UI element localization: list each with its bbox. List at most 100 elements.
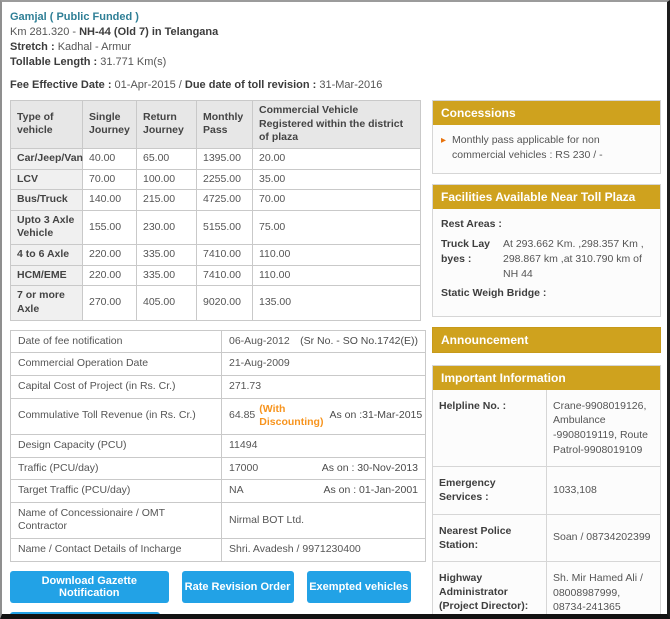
bullet-arrow-icon: ▸ [441, 135, 447, 146]
stretch-value: Kadhal - Armur [57, 41, 132, 53]
table-row: Nearest Police Station: Soan / 087342023… [433, 513, 660, 561]
monthly-pass-cell: 4725.00 [196, 189, 253, 211]
commercial-cell: 135.00 [252, 285, 421, 321]
detail-note: As on : 01-Jan-2001 [323, 484, 418, 497]
return-journey-cell: 405.00 [136, 285, 197, 321]
download-gazette-notification-button[interactable]: Download Gazette Notification [10, 570, 169, 603]
detail-value: Shri. Avadesh / 9971230400 [229, 543, 361, 556]
stretch-line: Stretch : Kadhal - Armur [10, 40, 661, 55]
km-prefix: Km 281.320 - [10, 26, 80, 38]
discounting-highlight: (With Discounting) [259, 402, 324, 429]
return-journey-cell: 100.00 [136, 168, 197, 191]
detail-label: Target Traffic (PCU/day) [10, 479, 222, 503]
separator: / [178, 79, 182, 91]
vehicle-type-cell: HCM/EME [10, 264, 83, 287]
vehicle-type-cell: 7 or more Axle [10, 285, 83, 321]
tollable-length-line: Tollable Length : 31.771 Km(s) [10, 55, 661, 70]
table-row: 7 or more Axle 270.00 405.00 9020.00 135… [10, 285, 421, 321]
return-journey-cell: 230.00 [136, 209, 197, 246]
detail-label: Commulative Toll Revenue (in Rs. Cr.) [10, 397, 222, 435]
commercial-cell: 110.00 [252, 264, 421, 287]
tollable-length-label: Tollable Length : [10, 56, 101, 68]
exempted-vehicles-button[interactable]: Exempted vehicles [306, 570, 411, 603]
vehicle-type-cell: LCV [10, 168, 83, 191]
facilities-body: Rest Areas : Truck Lay byes : At 293.662… [433, 209, 660, 315]
detail-value: 11494 [229, 438, 258, 451]
plaza-header: Gamjal ( Public Funded ) Km 281.320 - NH… [10, 10, 661, 93]
highway-administrator-label: Highway Administrator (Project Director)… [439, 571, 529, 613]
col-return-journey: Return Journey [136, 100, 197, 149]
plaza-name-link[interactable]: Gamjal ( Public Funded ) [10, 11, 139, 23]
facilities-panel: Facilities Available Near Toll Plaza Res… [432, 184, 661, 317]
table-row: Date of fee notification 06-Aug-2012 (Sr … [10, 329, 426, 354]
left-column: Type of vehicle Single Journey Return Jo… [10, 100, 426, 614]
toll-plaza-page: Gamjal ( Public Funded ) Km 281.320 - NH… [0, 0, 670, 619]
detail-label: Commercial Operation Date [10, 352, 222, 376]
vehicle-type-cell: Upto 3 Axle Vehicle [10, 209, 83, 246]
announcement-header: Announcement [432, 326, 661, 353]
fee-effective-label: Fee Effective Date : [10, 79, 115, 91]
stretch-label: Stretch : [10, 41, 58, 53]
detail-value: 06-Aug-2012 [229, 334, 290, 347]
return-journey-cell: 65.00 [136, 147, 197, 170]
rate-header-row: Type of vehicle Single Journey Return Jo… [10, 100, 421, 149]
detail-value: Nirmal BOT Ltd. [229, 513, 305, 526]
commercial-cell: 70.00 [252, 189, 421, 211]
return-journey-cell: 335.00 [136, 264, 197, 287]
table-row: Design Capacity (PCU) 11494 [10, 433, 426, 458]
revision-value: 31-Mar-2016 [319, 79, 383, 91]
single-journey-cell: 270.00 [82, 285, 137, 321]
detail-label: Name of Concessionaire / OMT Contractor [10, 501, 222, 540]
concessions-panel: Concessions ▸ Monthly pass applicable fo… [432, 100, 661, 175]
single-journey-cell: 70.00 [82, 168, 137, 191]
action-buttons-row-1: Download Gazette Notification Rate Revis… [10, 570, 424, 603]
facility-row: Rest Areas : [441, 217, 653, 232]
detail-label: Date of fee notification [10, 329, 222, 354]
highway-name: NH-44 (Old 7) in Telangana [79, 26, 219, 38]
monthly-pass-cell: 9020.00 [196, 285, 253, 321]
detail-value: 271.73 [229, 379, 262, 392]
detail-note: As on :31-Mar-2015 [329, 409, 423, 422]
vehicle-type-cell: Bus/Truck [10, 189, 83, 211]
concessions-body: ▸ Monthly pass applicable for non commer… [433, 125, 660, 173]
table-row: Emergency Services : 1033,108 [433, 466, 660, 514]
detail-value: 64.85 [229, 409, 256, 422]
single-journey-cell: 220.00 [82, 244, 137, 266]
revision-label: Due date of toll revision : [184, 79, 320, 91]
highway-administrator-value: Sh. Mir Hamed Ali / 08008987999, 08734-2… [546, 561, 660, 614]
table-row: HCM/EME 220.00 335.00 7410.00 110.00 [10, 264, 421, 287]
emergency-services-value: 1033,108 [546, 467, 660, 514]
table-row: Name of Concessionaire / OMT Contractor … [10, 501, 426, 540]
return-journey-cell: 335.00 [136, 244, 197, 266]
monthly-inspection-report-button[interactable]: Monthly Inspection report [10, 611, 160, 614]
detail-label: Name / Contact Details of Incharge [10, 538, 222, 562]
commercial-cell: 110.00 [252, 244, 421, 266]
right-sidebar: Concessions ▸ Monthly pass applicable fo… [432, 100, 661, 614]
rate-revision-order-button[interactable]: Rate Revision Order [181, 570, 294, 603]
detail-label: Design Capacity (PCU) [10, 433, 222, 458]
table-row: Name / Contact Details of Incharge Shri.… [10, 538, 426, 562]
plaza-location-line: Km 281.320 - NH-44 (Old 7) in Telangana [10, 25, 661, 40]
col-type-of-vehicle: Type of vehicle [10, 100, 83, 149]
vehicle-type-cell: Car/Jeep/Van [10, 147, 83, 170]
table-row: Upto 3 Axle Vehicle 155.00 230.00 5155.0… [10, 209, 421, 246]
important-information-header: Important Information [433, 365, 660, 390]
detail-note: As on : 30-Nov-2013 [321, 461, 418, 474]
detail-value: 21-Aug-2009 [229, 357, 290, 370]
monthly-pass-cell: 7410.00 [196, 244, 253, 266]
table-row: Capital Cost of Project (in Rs. Cr.) 271… [10, 374, 426, 399]
truck-lay-byes-value: At 293.662 Km. ,298.357 Km , 298.867 km … [503, 237, 644, 281]
facility-row: Truck Lay byes : At 293.662 Km. ,298.357… [441, 237, 653, 283]
table-row: Highway Administrator (Project Director)… [433, 560, 660, 614]
table-row: LCV 70.00 100.00 2255.00 35.00 [10, 168, 421, 191]
facility-row: Static Weigh Bridge : [441, 286, 653, 301]
detail-label: Capital Cost of Project (in Rs. Cr.) [10, 374, 222, 399]
fee-effective-line: Fee Effective Date : 01-Apr-2015 / Due d… [10, 78, 661, 93]
detail-label: Traffic (PCU/day) [10, 456, 222, 481]
project-details-table: Date of fee notification 06-Aug-2012 (Sr … [10, 329, 426, 562]
col-single-journey: Single Journey [82, 100, 137, 149]
commercial-cell: 35.00 [252, 168, 421, 191]
table-row: Helpline No. : Crane-9908019126, Ambulan… [433, 389, 660, 467]
commercial-cell: 75.00 [252, 209, 421, 246]
table-row: 4 to 6 Axle 220.00 335.00 7410.00 110.00 [10, 244, 421, 266]
